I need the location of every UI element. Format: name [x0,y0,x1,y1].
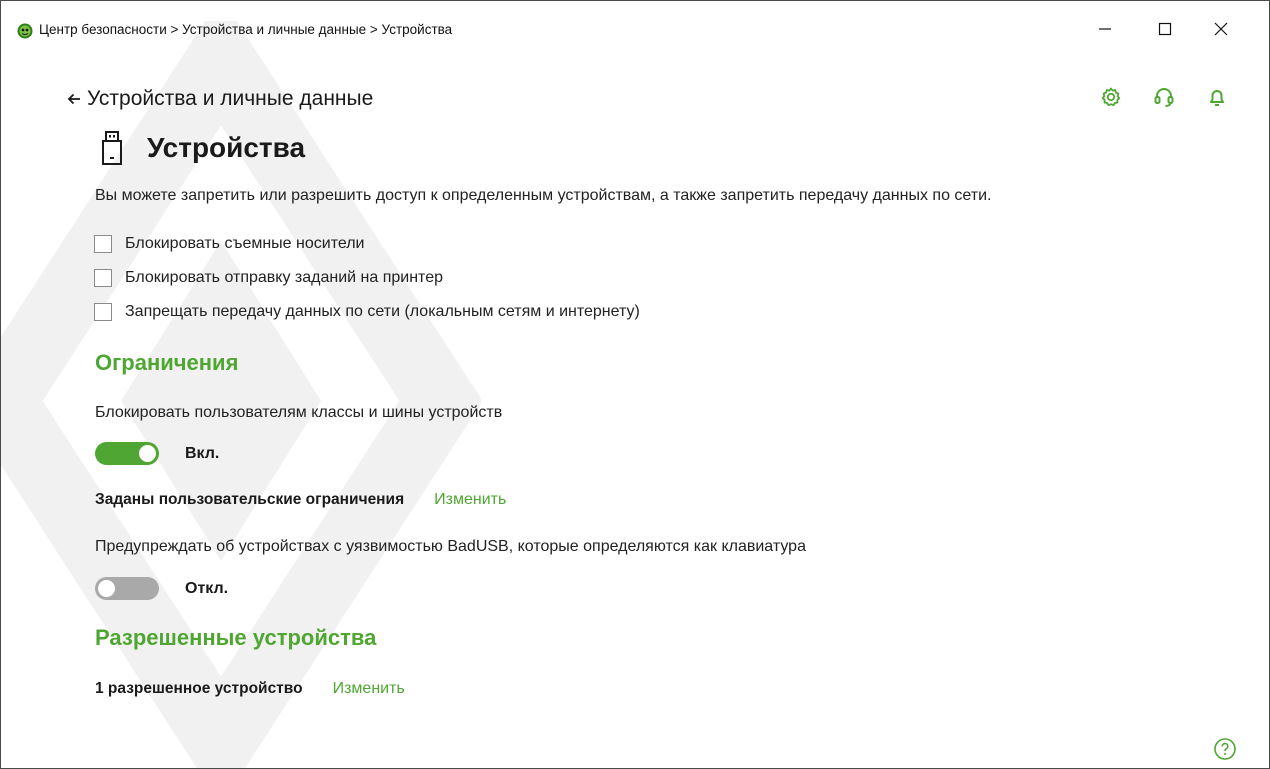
minimize-icon [1099,28,1111,30]
toggle-knob [98,580,115,597]
allowed-devices-row: 1 разрешенное устройство Изменить [95,680,405,698]
block-network-transfer-checkbox[interactable] [94,303,112,321]
restrictions-heading: Ограничения [95,350,239,375]
title-bar: Центр безопасности > Устройства и личные… [1,1,1269,57]
minimize-button[interactable] [1082,9,1128,49]
usb-drive-icon [102,131,122,165]
block-removable-media-label: Блокировать съемные носители [125,235,365,252]
maximize-button[interactable] [1142,9,1188,49]
block-printer-jobs-label: Блокировать отправку заданий на принтер [125,269,443,286]
badusb-label: Предупреждать об устройствах с уязвимост… [95,538,806,555]
edit-restrictions-link[interactable]: Изменить [434,491,506,509]
block-classes-label: Блокировать пользователям классы и шины … [95,404,503,421]
block-printer-jobs-option[interactable]: Блокировать отправку заданий на принтер [94,269,443,287]
user-restrictions-row: Заданы пользовательские ограничения Изме… [95,491,506,509]
toggle-knob [139,445,156,462]
dr-web-spider-icon [17,23,33,39]
back-link[interactable]: Устройства и личные данные [67,87,373,111]
badusb-toggle-row: Откл. [95,577,228,600]
bell-icon[interactable] [1206,86,1228,108]
block-printer-jobs-checkbox[interactable] [94,269,112,287]
edit-allowed-devices-link[interactable]: Изменить [333,680,405,698]
back-arrow-icon [67,93,80,105]
back-link-label: Устройства и личные данные [87,87,374,110]
window-title: Центр безопасности > Устройства и личные… [39,22,453,37]
app-window: Центр безопасности > Устройства и личные… [0,0,1270,769]
block-removable-media-option[interactable]: Блокировать съемные носители [94,235,364,253]
gear-icon[interactable] [1100,86,1122,108]
page-description: Вы можете запретить или разрешить доступ… [95,187,992,204]
close-button[interactable] [1198,9,1244,49]
maximize-icon [1158,22,1172,36]
block-network-transfer-option[interactable]: Запрещать передачу данных по сети (локал… [94,303,640,321]
badusb-toggle-state: Откл. [185,579,229,597]
badusb-toggle[interactable] [95,577,159,600]
help-icon[interactable] [1213,737,1237,761]
block-classes-toggle-state: Вкл. [185,444,220,462]
page-title: Устройства [147,132,306,163]
block-classes-toggle-row: Вкл. [95,442,219,465]
block-classes-toggle[interactable] [95,442,159,465]
allowed-devices-heading: Разрешенные устройства [95,625,377,650]
user-restrictions-text: Заданы пользовательские ограничения [95,491,405,508]
block-network-transfer-label: Запрещать передачу данных по сети (локал… [125,303,640,320]
headset-icon[interactable] [1153,86,1175,108]
close-icon [1214,22,1228,36]
allowed-devices-count: 1 разрешенное устройство [95,680,303,697]
block-removable-media-checkbox[interactable] [94,235,112,253]
